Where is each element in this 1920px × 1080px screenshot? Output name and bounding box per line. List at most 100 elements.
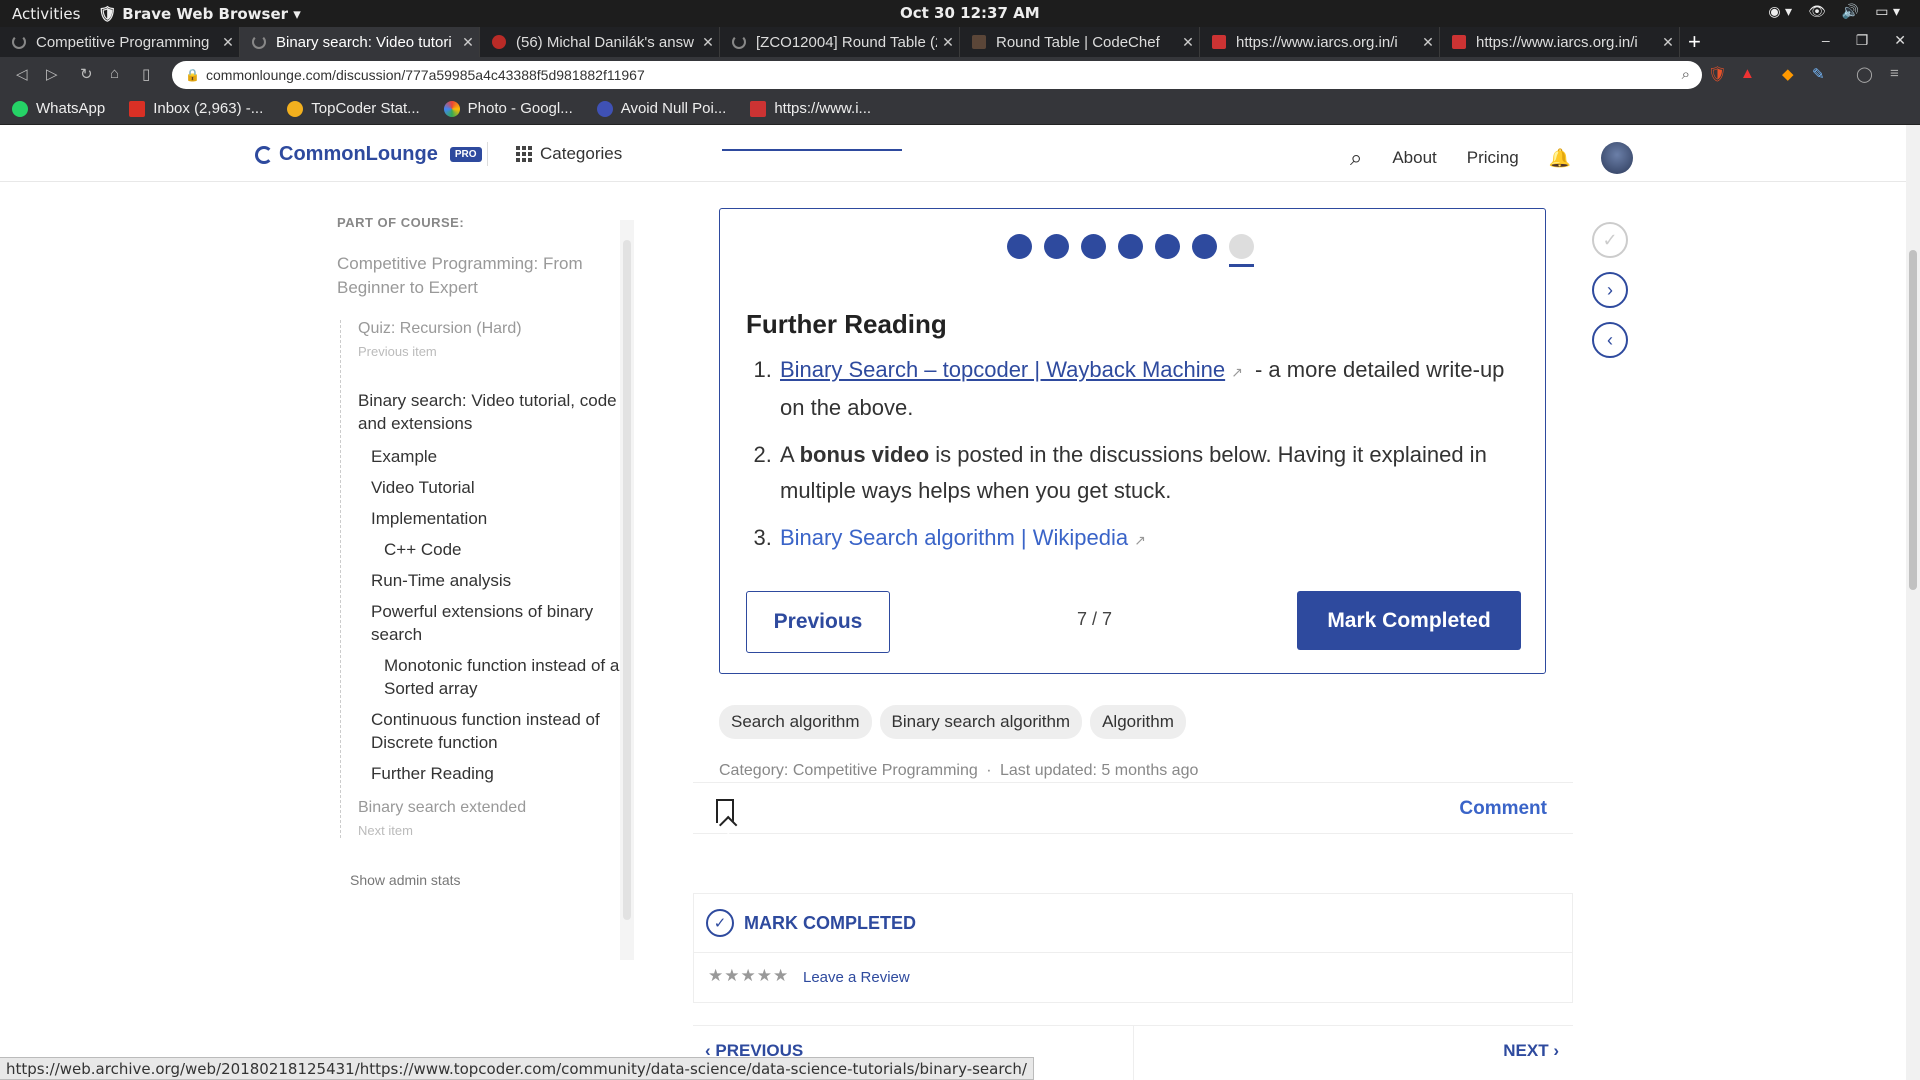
progress-dot[interactable] bbox=[1192, 234, 1217, 259]
browser-tab[interactable]: Round Table | CodeChef ✕ bbox=[960, 27, 1200, 57]
chevron-right-icon[interactable]: › bbox=[1592, 272, 1628, 308]
list-item: 1. Binary Search – topcoder | Wayback Ma… bbox=[753, 357, 1505, 420]
bookmark-item[interactable]: Avoid Null Poi... bbox=[596, 100, 726, 117]
browser-tab[interactable]: https://www.iarcs.org.in/i ✕ bbox=[1440, 27, 1680, 57]
battery-icon: ▭ ▾ bbox=[1875, 4, 1900, 20]
previous-button[interactable]: Previous bbox=[746, 591, 890, 653]
bookmark-item[interactable]: Photo - Googl... bbox=[443, 100, 573, 117]
sidebar-subsection[interactable]: Run-Time analysis bbox=[371, 569, 637, 592]
categories-menu[interactable]: Categories bbox=[516, 144, 622, 164]
new-tab-icon[interactable]: + bbox=[1688, 29, 1701, 55]
close-window-icon[interactable]: ✕ bbox=[1894, 32, 1906, 49]
loading-icon bbox=[732, 35, 746, 49]
close-icon[interactable]: ✕ bbox=[1177, 34, 1199, 51]
minimize-icon[interactable]: – bbox=[1822, 32, 1830, 49]
tag-chip[interactable]: Binary search algorithm bbox=[879, 705, 1083, 739]
page-scrollbar[interactable] bbox=[1906, 125, 1920, 1080]
check-icon[interactable]: ✓ bbox=[1592, 222, 1628, 258]
pricing-link[interactable]: Pricing bbox=[1467, 148, 1519, 168]
bookmark-page-icon[interactable]: ▯ bbox=[142, 65, 150, 83]
sidebar-subsection[interactable]: Powerful extensions of binary search bbox=[371, 600, 637, 646]
close-icon[interactable]: ✕ bbox=[1657, 34, 1679, 51]
reload-icon[interactable]: ↻ bbox=[80, 65, 93, 83]
quora-icon bbox=[492, 35, 506, 49]
progress-dot[interactable] bbox=[1044, 234, 1069, 259]
brave-shields-icon[interactable]: 🛡 bbox=[1708, 65, 1727, 83]
brave-rewards-icon[interactable]: ▲ bbox=[1740, 65, 1755, 82]
progress-dot[interactable] bbox=[1081, 234, 1106, 259]
home-icon[interactable]: ⌂ bbox=[110, 65, 119, 82]
close-icon[interactable]: ✕ bbox=[937, 34, 959, 51]
browser-tab[interactable]: [ZCO12004] Round Table (2 ✕ bbox=[720, 27, 960, 57]
extension-icon[interactable]: ◆ bbox=[1782, 65, 1794, 83]
progress-dot[interactable] bbox=[1155, 234, 1180, 259]
system-tray[interactable]: ◉ ▾ 👁 🔊 ▭ ▾ bbox=[1768, 4, 1900, 20]
notification-bell-icon[interactable]: 🔔 bbox=[1549, 148, 1571, 169]
progress-dot[interactable] bbox=[1229, 234, 1254, 267]
progress-dot[interactable] bbox=[1007, 234, 1032, 259]
rating-stars[interactable]: ★★★★★ bbox=[708, 966, 789, 986]
address-bar[interactable]: 🔒 commonlounge.com/discussion/777a59985a… bbox=[172, 61, 1702, 89]
tab-title: https://www.iarcs.org.in/i bbox=[1236, 33, 1398, 51]
activities-button[interactable]: Activities bbox=[12, 5, 80, 23]
browser-tab-active[interactable]: Binary search: Video tutori ✕ bbox=[240, 27, 480, 57]
mark-completed-button[interactable]: Mark Completed bbox=[1297, 591, 1521, 650]
search-icon[interactable]: ⌕ bbox=[1350, 145, 1362, 171]
list-item: 3. Binary Search algorithm | Wikipedia ↗ bbox=[753, 525, 1146, 550]
tag-chip[interactable]: Search algorithm bbox=[719, 705, 872, 739]
previous-item-link[interactable]: Quiz: Recursion (Hard) bbox=[358, 320, 637, 338]
topcoder-link[interactable]: Binary Search – topcoder | Wayback Machi… bbox=[780, 357, 1225, 382]
sidebar-subsection[interactable]: Video Tutorial bbox=[371, 476, 637, 499]
bookmark-icon[interactable] bbox=[716, 799, 734, 823]
browser-tab[interactable]: Competitive Programming ✕ bbox=[0, 27, 240, 57]
mark-completed-toggle[interactable]: ✓ MARK COMPLETED bbox=[706, 909, 916, 937]
close-icon[interactable]: ✕ bbox=[1417, 34, 1439, 51]
course-link[interactable]: Competitive Programming: From Beginner t… bbox=[337, 252, 637, 300]
app-menu[interactable]: 🛡 Brave Web Browser ▾ bbox=[98, 5, 301, 23]
wikipedia-link[interactable]: Binary Search algorithm | Wikipedia bbox=[780, 525, 1128, 550]
pro-badge: PRO bbox=[449, 147, 482, 162]
restore-icon[interactable]: ❐ bbox=[1856, 32, 1869, 49]
bookmark-item[interactable]: Inbox (2,963) -... bbox=[129, 100, 263, 117]
bookmark-item[interactable]: https://www.i... bbox=[750, 100, 871, 117]
next-item-button[interactable]: NEXT › bbox=[1503, 1041, 1559, 1061]
action-bar: Comment bbox=[693, 782, 1573, 834]
section-title: Further Reading bbox=[746, 309, 947, 339]
avatar[interactable] bbox=[1601, 142, 1634, 174]
back-icon[interactable]: ◁ bbox=[16, 65, 28, 83]
sidebar-subsection[interactable]: Continuous function instead of Discrete … bbox=[371, 708, 637, 754]
sidebar-subsection[interactable]: Further Reading bbox=[371, 762, 637, 785]
comment-link[interactable]: Comment bbox=[1459, 798, 1547, 820]
lesson-card: Further Reading 1. Binary Search – topco… bbox=[719, 208, 1546, 674]
next-item-link[interactable]: Binary search extended bbox=[358, 799, 637, 817]
sidebar-subsection[interactable]: Monotonic function instead of a Sorted a… bbox=[384, 654, 637, 700]
tab-title: Binary search: Video tutori bbox=[276, 33, 452, 51]
pen-extension-icon[interactable]: ✎ bbox=[1812, 65, 1825, 83]
current-item[interactable]: Binary search: Video tutorial, code and … bbox=[358, 389, 637, 435]
brand-logo[interactable]: CommonLounge PRO bbox=[255, 143, 482, 166]
close-icon[interactable]: ✕ bbox=[217, 34, 239, 51]
close-icon[interactable]: ✕ bbox=[697, 34, 719, 51]
forward-icon[interactable]: ▷ bbox=[46, 65, 58, 83]
sidebar-subsection[interactable]: Implementation bbox=[371, 507, 637, 530]
profile-icon[interactable]: ◯ bbox=[1856, 65, 1873, 83]
zoom-icon[interactable]: ⌕ bbox=[1682, 66, 1690, 83]
bookmark-item[interactable]: WhatsApp bbox=[12, 100, 105, 117]
sidebar-subsection[interactable]: C++ Code bbox=[384, 538, 637, 561]
chevron-left-icon[interactable]: ‹ bbox=[1592, 322, 1628, 358]
category-text[interactable]: Category: Competitive Programming bbox=[719, 762, 978, 779]
clock[interactable]: Oct 30 12:37 AM bbox=[900, 4, 1040, 22]
bookmarks-bar: WhatsApp Inbox (2,963) -... TopCoder Sta… bbox=[0, 93, 1920, 125]
leave-review-link[interactable]: Leave a Review bbox=[803, 969, 910, 986]
bookmark-item[interactable]: TopCoder Stat... bbox=[287, 100, 420, 117]
menu-icon[interactable]: ≡ bbox=[1890, 65, 1899, 82]
browser-tab[interactable]: (56) Michal Danilák's answ ✕ bbox=[480, 27, 720, 57]
tag-chip[interactable]: Algorithm bbox=[1090, 705, 1186, 739]
sidebar-scrollbar[interactable] bbox=[620, 220, 634, 960]
sidebar-subsection[interactable]: Example bbox=[371, 445, 637, 468]
close-icon[interactable]: ✕ bbox=[457, 34, 479, 51]
browser-tab[interactable]: https://www.iarcs.org.in/i ✕ bbox=[1200, 27, 1440, 57]
admin-stats-link[interactable]: Show admin stats bbox=[350, 872, 637, 888]
progress-dot[interactable] bbox=[1118, 234, 1143, 259]
about-link[interactable]: About bbox=[1392, 148, 1436, 168]
